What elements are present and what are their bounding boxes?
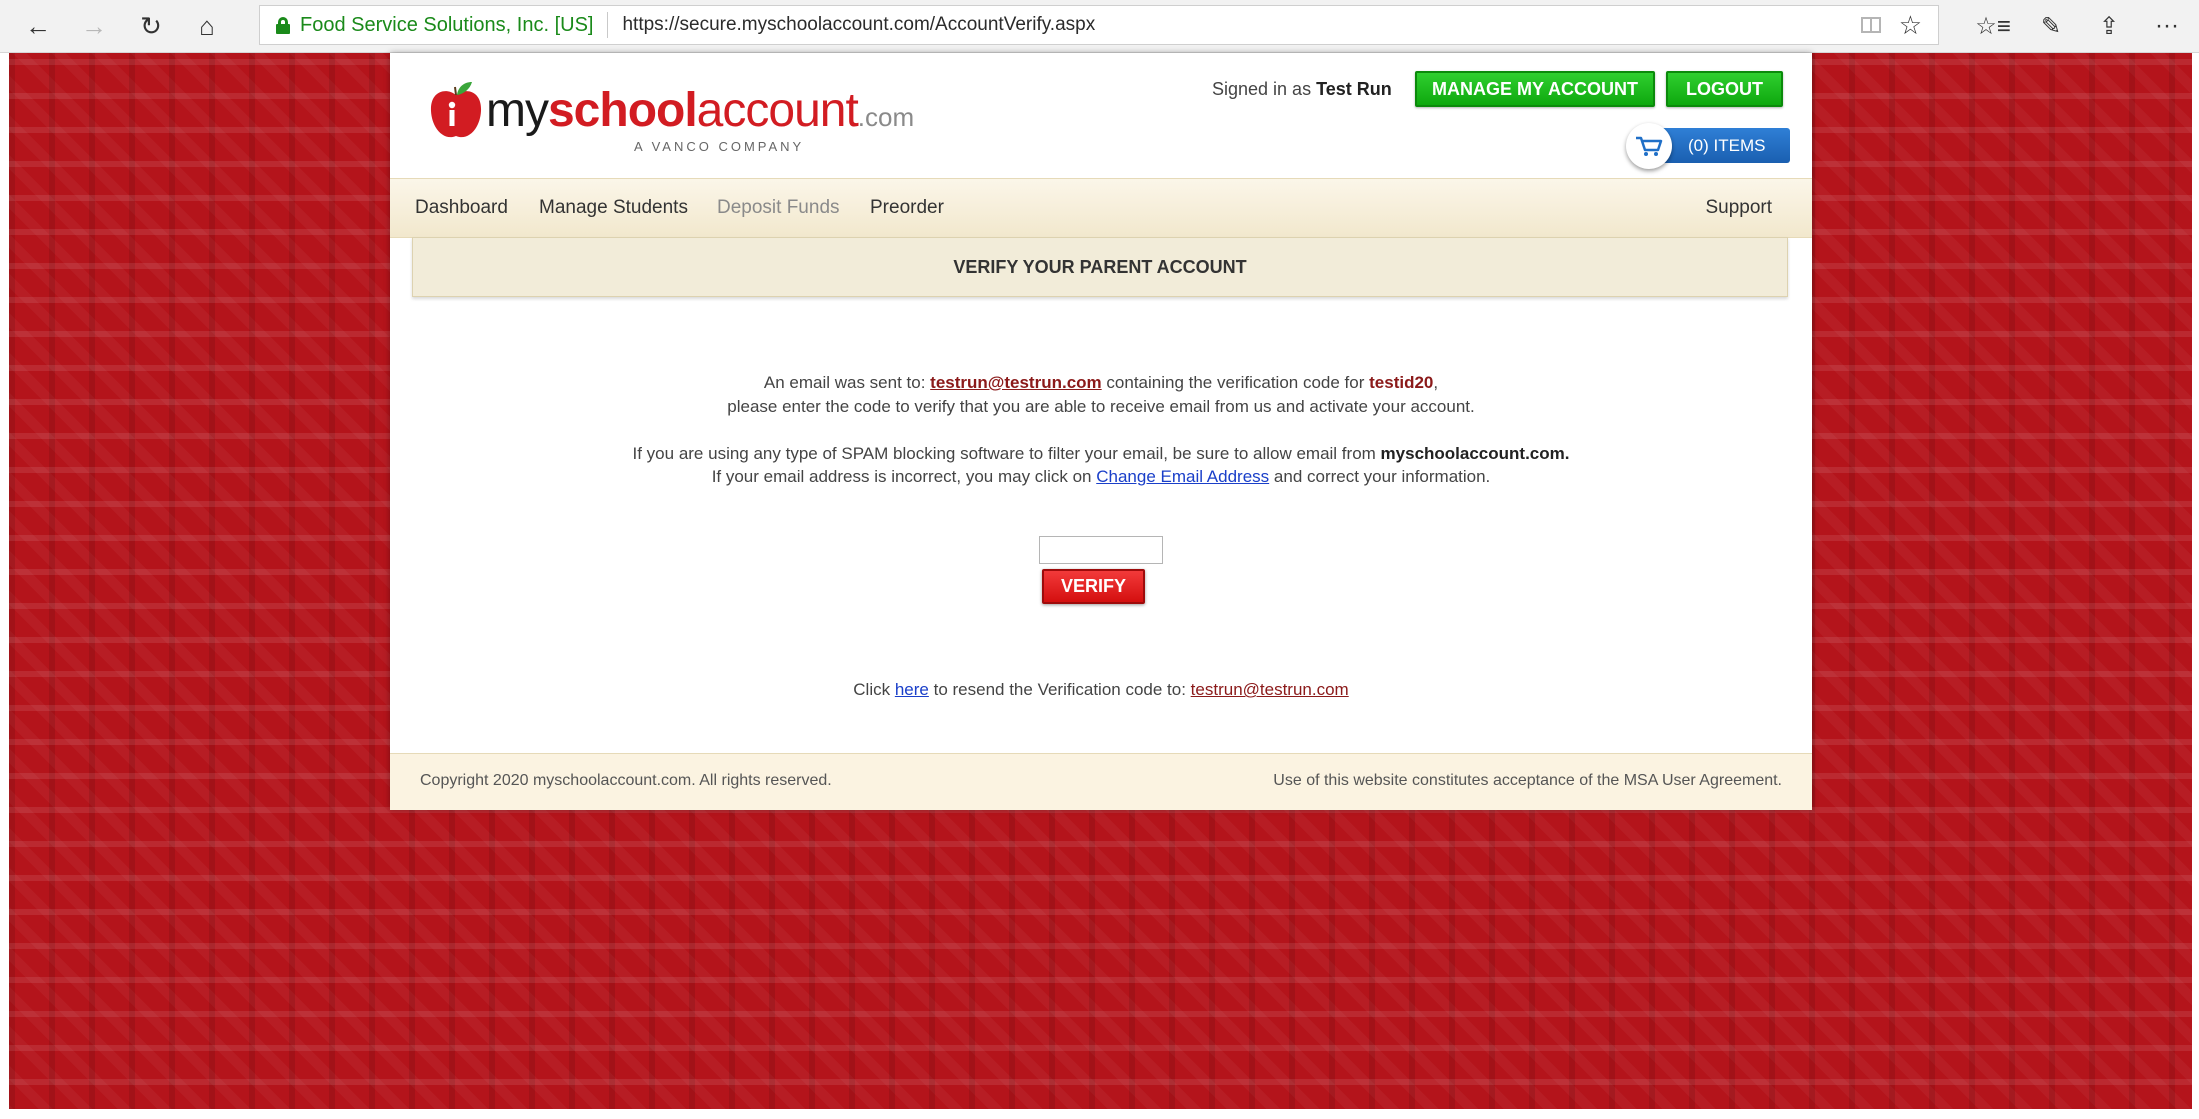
back-arrow-icon: ←	[25, 10, 51, 41]
user-agreement-text: Use of this website constitutes acceptan…	[1273, 772, 1782, 789]
manage-account-button[interactable]: MANAGE MY ACCOUNT	[1415, 71, 1655, 107]
menu-item-manage-students[interactable]: Manage Students	[539, 197, 688, 219]
menu-item-dashboard[interactable]: Dashboard	[415, 197, 508, 219]
back-button[interactable]: ←	[18, 8, 58, 44]
address-bar[interactable]: Food Service Solutions, Inc. [US] https:…	[259, 5, 1939, 45]
menu-item-deposit-funds[interactable]: Deposit Funds	[717, 197, 840, 219]
logo-wordmark: myschoolaccount.com	[486, 84, 915, 137]
incorrect-email-line: If your email address is incorrect, you …	[711, 467, 1491, 486]
forward-button[interactable]: →	[74, 8, 114, 44]
section-title: VERIFY YOUR PARENT ACCOUNT	[412, 237, 1788, 297]
verification-code-input[interactable]	[1039, 536, 1163, 564]
resend-email-address: testrun@testrun.com	[1190, 680, 1349, 699]
refresh-icon: ↻	[140, 10, 162, 41]
spam-notice-line: If you are using any type of SPAM blocki…	[632, 444, 1570, 463]
favorite-star-icon[interactable]: ☆	[1899, 12, 1922, 38]
cart-icon[interactable]	[1626, 123, 1672, 169]
share-icon[interactable]: ⇪	[2091, 8, 2127, 44]
menu-item-preorder[interactable]: Preorder	[870, 197, 944, 219]
menu-item-support[interactable]: Support	[1705, 197, 1772, 219]
more-icon[interactable]: ···	[2149, 8, 2185, 44]
browser-toolbar: ← → ↻ ⌂ Food Service Solutions, Inc. [US…	[0, 0, 2199, 53]
resend-line: Click here to resend the Verification co…	[853, 680, 1349, 699]
copyright-text: Copyright 2020 myschoolaccount.com. All …	[420, 772, 832, 789]
site-logo[interactable]: myschoolaccount.com A VANCO COMPANY	[428, 75, 914, 155]
signed-in-user: Test Run	[1316, 79, 1392, 99]
page-bottom-strip	[9, 1109, 2192, 1119]
apple-icon	[430, 82, 482, 138]
logout-button[interactable]: LOGOUT	[1666, 71, 1783, 107]
verify-button[interactable]: VERIFY	[1042, 569, 1145, 604]
logo-tagline: A VANCO COMPANY	[634, 139, 805, 154]
pen-icon[interactable]: ✎	[2033, 8, 2069, 44]
email-sent-line: An email was sent to: testrun@testrun.co…	[763, 373, 1439, 392]
reading-view-icon[interactable]	[1860, 17, 1881, 33]
signed-in-prefix: Signed in as	[1212, 79, 1312, 99]
user-id: testid20	[1369, 373, 1434, 392]
home-button[interactable]: ⌂	[187, 8, 227, 44]
cart-button[interactable]: (0) ITEMS	[1626, 123, 1790, 169]
allowed-domain: myschoolaccount.com.	[1380, 444, 1570, 463]
favorites-list-icon[interactable]: ☆≡	[1975, 8, 2011, 44]
instruction-line: please enter the code to verify that you…	[727, 397, 1475, 416]
site-container: myschoolaccount.com A VANCO COMPANY Sign…	[390, 53, 1812, 810]
footer: Copyright 2020 myschoolaccount.com. All …	[390, 753, 1812, 810]
url-text[interactable]: https://secure.myschoolaccount.com/Accou…	[622, 14, 1095, 36]
main-menu: Dashboard Manage Students Deposit Funds …	[390, 178, 1812, 238]
site-identity[interactable]: Food Service Solutions, Inc. [US]	[300, 12, 609, 38]
home-icon: ⌂	[199, 10, 215, 41]
sent-email-address: testrun@testrun.com	[930, 373, 1102, 392]
forward-arrow-icon: →	[81, 10, 107, 41]
resend-here-link[interactable]: here	[895, 680, 929, 699]
signed-in-status: Signed in as Test Run	[1212, 79, 1392, 100]
lock-icon	[276, 16, 290, 34]
change-email-link[interactable]: Change Email Address	[1096, 467, 1269, 486]
refresh-button[interactable]: ↻	[131, 8, 171, 44]
